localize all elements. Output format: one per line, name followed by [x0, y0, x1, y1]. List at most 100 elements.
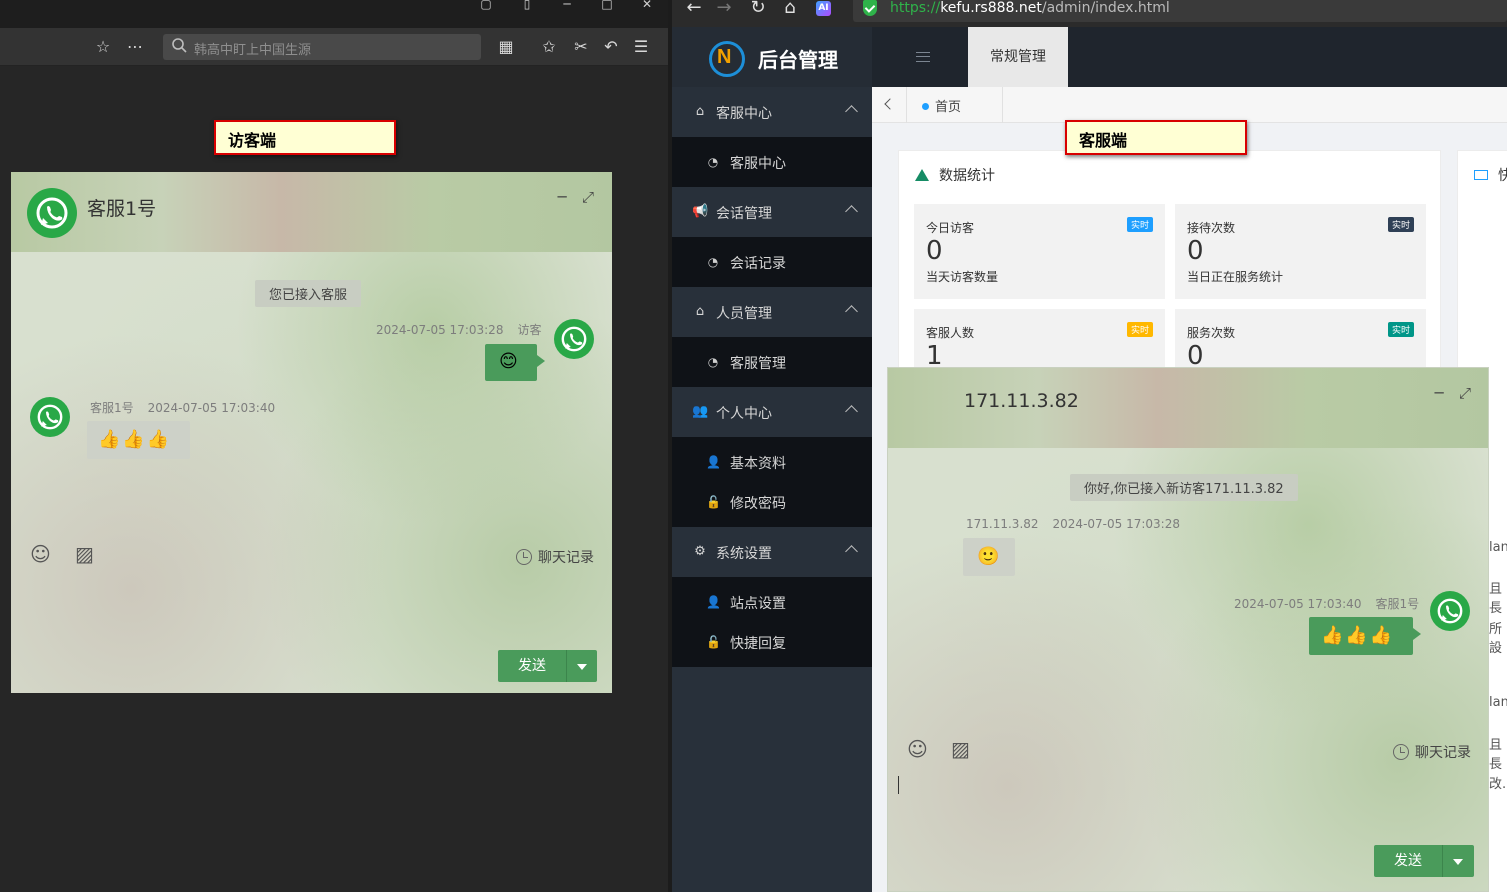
sidebar-group-2[interactable]: ⌂ 人员管理: [672, 287, 872, 337]
home-icon[interactable]: ⌂: [780, 0, 800, 20]
message-bubble: 🙂: [963, 538, 1015, 576]
message-bubble: 👍👍👍: [1309, 617, 1421, 655]
chat-history-link[interactable]: 聊天记录: [516, 547, 594, 567]
message-bubble: 👍👍👍: [87, 421, 190, 459]
minimize-chat-icon[interactable]: ─: [1431, 385, 1447, 401]
menu-icon[interactable]: ☰: [630, 36, 652, 58]
chevron-up-icon: [845, 105, 858, 118]
sidebar-item-4-1[interactable]: 🔓 快捷回复: [672, 622, 872, 662]
ai-extension-icon[interactable]: AI: [816, 1, 831, 16]
user-icon: 👤: [706, 455, 721, 469]
status-badge: 实时: [1387, 322, 1414, 337]
sidebar-item-1-0[interactable]: ◔ 会话记录: [672, 242, 872, 282]
sidebar-group-1[interactable]: 📢 会话管理: [672, 187, 872, 237]
edge-text: lan: [1489, 540, 1507, 555]
message-meta: 客服1号 2024-07-05 17:03:40: [90, 401, 276, 415]
sidebar-group-label: 客服中心: [716, 106, 772, 122]
sidebar-submenu: ◔ 客服管理: [672, 337, 872, 387]
visitor-avatar: [554, 319, 594, 359]
edge-text: 且長: [1489, 738, 1503, 772]
status-badge: 实时: [1387, 217, 1414, 232]
visitor-browser-window: ▢ ▯ ─ □ ✕ ☆ ⋯ 韩高中盯上中国生源 ▦ ✩ ✂ ↶ ☰ 访客端 客服…: [0, 0, 668, 892]
chevron-up-icon: [845, 305, 858, 318]
send-button[interactable]: 发送: [1374, 845, 1474, 877]
chat-title: 171.11.3.82: [964, 390, 1079, 412]
apps-grid-icon[interactable]: ▦: [495, 36, 517, 58]
status-badge: 实时: [1126, 217, 1153, 232]
sidebar-item-label: 会话记录: [730, 256, 786, 272]
sidebar-group-3[interactable]: 👥 个人中心: [672, 387, 872, 437]
sidebar-group-4[interactable]: ⚙ 系统设置: [672, 527, 872, 577]
url-field[interactable]: https://kefu.rs888.net/admin/index.html: [853, 0, 1507, 22]
close-icon[interactable]: ✕: [627, 0, 667, 14]
sidebar-item-label: 站点设置: [730, 596, 786, 612]
search-placeholder: 韩高中盯上中国生源: [194, 43, 312, 58]
tab-scroll-left-icon[interactable]: [884, 98, 896, 110]
tab-general-management[interactable]: 常规管理: [968, 27, 1068, 87]
message-meta: 2024-07-05 17:03:40 客服1号: [1234, 597, 1420, 611]
chat-history-link[interactable]: 聊天记录: [1393, 742, 1471, 762]
search-box[interactable]: 韩高中盯上中国生源: [163, 34, 481, 60]
sidebar-item-4-0[interactable]: 👤 站点设置: [672, 582, 872, 622]
lock-icon: 🔓: [706, 495, 721, 509]
whatsapp-icon: [27, 188, 77, 238]
more-icon[interactable]: ⋯: [124, 36, 146, 58]
page-tabbar: 首页: [872, 87, 1507, 123]
sidebar-group-label: 会话管理: [716, 206, 772, 222]
dashboard-icon: ◔: [707, 155, 719, 169]
sidebar-group-0[interactable]: ⌂ 客服中心: [672, 87, 872, 137]
undo-icon[interactable]: ↶: [600, 36, 622, 58]
emoji-picker-icon[interactable]: ☺: [907, 738, 928, 760]
message-input[interactable]: [888, 768, 1488, 838]
star-icon[interactable]: ☆: [92, 36, 114, 58]
agent-avatar: [1430, 591, 1470, 631]
forward-icon[interactable]: →: [714, 0, 734, 20]
edge-text: 且長: [1489, 582, 1503, 616]
sidebar-item-3-1[interactable]: 🔓 修改密码: [672, 482, 872, 522]
reader-icon[interactable]: ▢: [466, 0, 506, 14]
sidebar-item-0-0[interactable]: ◔ 客服中心: [672, 142, 872, 182]
image-upload-icon[interactable]: ▨: [951, 738, 970, 760]
minimize-chat-icon[interactable]: ─: [554, 189, 570, 205]
sidebar-item-label: 修改密码: [730, 496, 786, 512]
tab-home[interactable]: 首页: [922, 96, 961, 115]
expand-chat-icon[interactable]: ⤢: [1457, 385, 1473, 401]
warning-icon: [915, 169, 929, 181]
home-icon: ⌂: [695, 304, 705, 319]
stat-card: 今日访客 实时 0 当天访客数量: [914, 204, 1165, 299]
message-bubble: 😊: [485, 344, 545, 381]
sidebar-group-label: 个人中心: [716, 406, 772, 422]
expand-chat-icon[interactable]: ⤢: [580, 189, 596, 205]
visitor-side-annotation: 访客端: [214, 120, 396, 155]
dashboard-icon: ◔: [707, 355, 719, 369]
sidebar-toggle-icon[interactable]: [916, 52, 930, 62]
edge-text: 所設: [1489, 622, 1503, 656]
sidebar-submenu: ◔ 客服中心: [672, 137, 872, 187]
maximize-icon[interactable]: □: [587, 0, 627, 14]
emoji-picker-icon[interactable]: ☺: [30, 543, 51, 565]
quick-panel-title: 快: [1474, 165, 1507, 185]
sidebar-item-2-0[interactable]: ◔ 客服管理: [672, 342, 872, 382]
chevron-up-icon: [845, 405, 858, 418]
image-upload-icon[interactable]: ▨: [75, 543, 94, 565]
megaphone-icon: 📢: [692, 204, 709, 219]
admin-browser-window: ← → ↻ ⌂ AI https://kefu.rs888.net/admin/…: [672, 0, 1507, 892]
send-options-dropdown[interactable]: [1442, 845, 1474, 877]
sidebar-item-label: 客服中心: [730, 156, 786, 172]
sidebar-group-label: 系统设置: [716, 546, 772, 562]
send-button[interactable]: 发送: [498, 650, 597, 682]
scissors-icon[interactable]: ✂: [570, 36, 592, 58]
minimize-icon[interactable]: ─: [547, 0, 587, 14]
chevron-up-icon: [845, 205, 858, 218]
pin-icon[interactable]: ▯: [507, 0, 547, 14]
home-icon: ⌂: [695, 104, 705, 119]
secure-shield-icon: [863, 0, 877, 16]
edge-text: lan: [1489, 695, 1507, 710]
favorites-icon[interactable]: ✩: [538, 36, 560, 58]
send-options-dropdown[interactable]: [566, 650, 597, 682]
browser-toolbar: ☆ ⋯ 韩高中盯上中国生源 ▦ ✩ ✂ ↶ ☰: [0, 28, 668, 66]
back-icon[interactable]: ←: [684, 0, 704, 20]
reload-icon[interactable]: ↻: [748, 0, 768, 20]
agent-side-annotation: 客服端: [1065, 120, 1247, 155]
sidebar-item-3-0[interactable]: 👤 基本资料: [672, 442, 872, 482]
